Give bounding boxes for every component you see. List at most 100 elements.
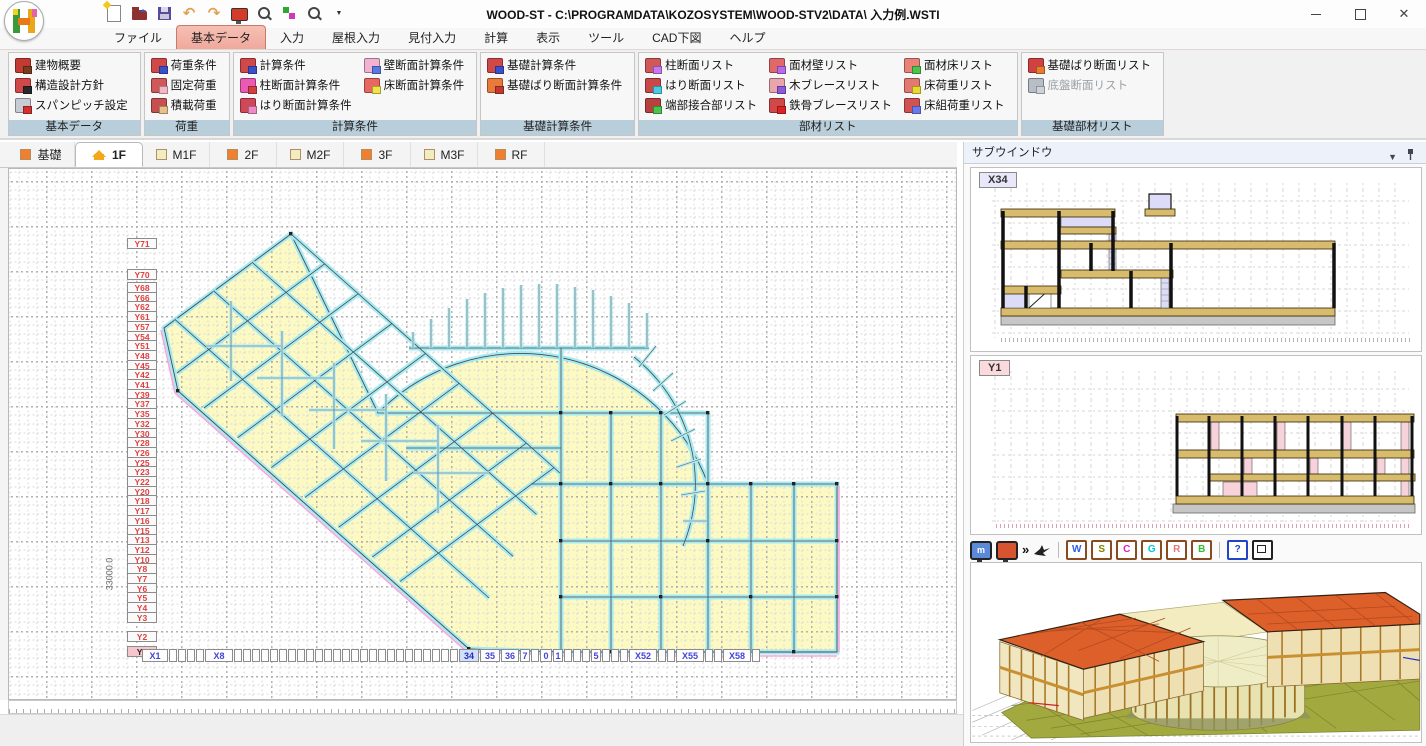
ribbon-item-荷重条件[interactable]: 荷重条件 bbox=[147, 55, 221, 75]
x-axis-label-blank bbox=[178, 649, 186, 662]
ribbon-item-壁断面計算条件[interactable]: 壁断面計算条件 bbox=[360, 55, 469, 75]
menu-tab-ツール[interactable]: ツール bbox=[574, 26, 638, 49]
x-axis-label-blank bbox=[360, 649, 368, 662]
ribbon-item-面材壁リスト[interactable]: 面材壁リスト bbox=[765, 55, 896, 75]
ribbon-item-label: 端部接合部リスト bbox=[665, 97, 757, 113]
ribbon-item-label: はり断面リスト bbox=[665, 77, 746, 93]
ribbon-item-label: 計算条件 bbox=[260, 57, 306, 73]
ribbon-item-スパンピッチ設定[interactable]: スパンピッチ設定 bbox=[11, 95, 132, 115]
floor-tab-2F[interactable]: 2F bbox=[210, 142, 277, 167]
ribbon-item-icon bbox=[1028, 58, 1044, 73]
floor-square-icon bbox=[424, 149, 435, 160]
pin-icon[interactable] bbox=[1406, 146, 1415, 168]
floor-plan-canvas[interactable]: Y71Y70Y68Y66Y62Y61Y57Y54Y51Y48Y45Y42Y41Y… bbox=[8, 168, 957, 700]
ribbon-item-固定荷重[interactable]: 固定荷重 bbox=[147, 75, 221, 95]
maximize-button[interactable] bbox=[1338, 0, 1382, 28]
ribbon-item-icon bbox=[769, 78, 785, 93]
close-button[interactable]: ✕ bbox=[1382, 0, 1426, 28]
x-axis-label-X8: X8 bbox=[205, 649, 233, 662]
ribbon-group-部材リスト: 柱断面リストはり断面リスト端部接合部リスト 面材壁リスト木ブレースリスト鉄骨ブレー… bbox=[638, 52, 1017, 136]
x-axis-label-blank bbox=[342, 649, 350, 662]
x-axis-label-blank bbox=[667, 649, 675, 662]
menu-tab-ファイル[interactable]: ファイル bbox=[100, 26, 176, 49]
help-button[interactable]: ? bbox=[1227, 540, 1248, 560]
ribbon-item-はり断面リスト[interactable]: はり断面リスト bbox=[641, 75, 761, 95]
ribbon-item-基礎ばり断面リスト[interactable]: 基礎ばり断面リスト bbox=[1024, 55, 1156, 75]
x-axis-label-blank bbox=[564, 649, 572, 662]
monitor-red-button[interactable] bbox=[996, 541, 1018, 560]
elevation-label-y1: Y1 bbox=[979, 360, 1010, 376]
elevation-view-y1[interactable]: Y1 bbox=[970, 355, 1422, 535]
ribbon-item-基礎ばり断面計算条件[interactable]: 基礎ばり断面計算条件 bbox=[483, 75, 626, 95]
ribbon-item-基礎計算条件[interactable]: 基礎計算条件 bbox=[483, 55, 626, 75]
ribbon-item-床荷重リスト[interactable]: 床荷重リスト bbox=[900, 75, 1009, 95]
ribbon-item-床組荷重リスト[interactable]: 床組荷重リスト bbox=[900, 95, 1009, 115]
ribbon-item-計算条件[interactable]: 計算条件 bbox=[236, 55, 356, 75]
ribbon-item-柱断面リスト[interactable]: 柱断面リスト bbox=[641, 55, 761, 75]
menu-tab-計算[interactable]: 計算 bbox=[470, 26, 522, 49]
menu-bar: ファイル基本データ入力屋根入力見付入力計算表示ツールCAD下図ヘルプ bbox=[0, 28, 1426, 50]
vertical-dimension-label: 33000.0 bbox=[104, 558, 114, 591]
floor-tab-M1F[interactable]: M1F bbox=[143, 142, 210, 167]
floor-tab-1F[interactable]: 1F bbox=[75, 142, 143, 167]
floor-tab-M2F[interactable]: M2F bbox=[277, 142, 344, 167]
bird-tool-icon[interactable] bbox=[1033, 542, 1051, 558]
ribbon-item-label: 柱断面リスト bbox=[665, 57, 734, 73]
menu-tab-屋根入力[interactable]: 屋根入力 bbox=[318, 26, 394, 49]
ribbon-item-label: 鉄骨ブレースリスト bbox=[789, 97, 892, 113]
ribbon-item-構造設計方針[interactable]: 構造設計方針 bbox=[11, 75, 132, 95]
expand-chevron-button[interactable]: » bbox=[1022, 542, 1029, 558]
ribbon-item-床断面計算条件[interactable]: 床断面計算条件 bbox=[360, 75, 469, 95]
perspective-3d-view[interactable] bbox=[970, 562, 1422, 743]
ribbon-item-icon bbox=[769, 98, 785, 113]
layer-button-R[interactable]: R bbox=[1166, 540, 1187, 560]
elevation-drawing-x34 bbox=[971, 168, 1421, 351]
menu-tab-基本データ[interactable]: 基本データ bbox=[176, 25, 266, 49]
x-axis-label-blank bbox=[396, 649, 404, 662]
x-axis-label-blank bbox=[387, 649, 395, 662]
ribbon-item-はり断面計算条件[interactable]: はり断面計算条件 bbox=[236, 95, 356, 115]
monitor-m-button[interactable]: m bbox=[970, 541, 992, 560]
ribbon-item-端部接合部リスト[interactable]: 端部接合部リスト bbox=[641, 95, 761, 115]
app-logo-icon[interactable] bbox=[4, 1, 44, 41]
window-title: WOOD-ST - C:\PROGRAMDATA\KOZOSYSTEM\WOOD… bbox=[0, 6, 1426, 23]
minimize-button[interactable] bbox=[1294, 0, 1338, 28]
menu-tab-CAD下図[interactable]: CAD下図 bbox=[638, 26, 715, 49]
layer-button-W[interactable]: W bbox=[1066, 540, 1087, 560]
x-axis-label-blank bbox=[432, 649, 440, 662]
ribbon: 建物概要構造設計方針スパンピッチ設定基本データ荷重条件固定荷重積載荷重荷重計算条… bbox=[0, 50, 1426, 140]
elevation-view-x34[interactable]: X34 bbox=[970, 167, 1422, 352]
x-axis-label-blank bbox=[252, 649, 260, 662]
menu-tab-表示[interactable]: 表示 bbox=[522, 26, 574, 49]
ribbon-item-label: 積載荷重 bbox=[171, 97, 217, 113]
floor-tab-3F[interactable]: 3F bbox=[344, 142, 411, 167]
x-axis-label-0: 0 bbox=[540, 649, 552, 662]
ribbon-item-柱断面計算条件[interactable]: 柱断面計算条件 bbox=[236, 75, 356, 95]
ribbon-item-建物概要[interactable]: 建物概要 bbox=[11, 55, 132, 75]
ribbon-item-面材床リスト[interactable]: 面材床リスト bbox=[900, 55, 1009, 75]
floor-tab-label: M1F bbox=[173, 148, 197, 162]
horizontal-scrollbar[interactable] bbox=[8, 700, 957, 714]
floor-tab-label: 1F bbox=[112, 148, 126, 162]
menu-tab-入力[interactable]: 入力 bbox=[266, 26, 318, 49]
x-axis-label-blank bbox=[602, 649, 610, 662]
menu-tab-ヘルプ[interactable]: ヘルプ bbox=[715, 26, 779, 49]
floor-square-icon bbox=[227, 149, 238, 160]
window-mode-button[interactable] bbox=[1252, 540, 1273, 560]
x-axis-label-blank bbox=[752, 649, 760, 662]
ribbon-item-積載荷重[interactable]: 積載荷重 bbox=[147, 95, 221, 115]
floor-tab-M3F[interactable]: M3F bbox=[411, 142, 478, 167]
floor-tab-RF[interactable]: RF bbox=[478, 142, 545, 167]
layer-button-G[interactable]: G bbox=[1141, 540, 1162, 560]
ribbon-item-鉄骨ブレースリスト[interactable]: 鉄骨ブレースリスト bbox=[765, 95, 896, 115]
ribbon-item-木ブレースリスト[interactable]: 木ブレースリスト bbox=[765, 75, 896, 95]
ribbon-item-icon bbox=[364, 78, 380, 93]
floor-tab-label: M3F bbox=[441, 148, 465, 162]
layer-button-S[interactable]: S bbox=[1091, 540, 1112, 560]
menu-tab-見付入力[interactable]: 見付入力 bbox=[394, 26, 470, 49]
floor-tab-基礎[interactable]: 基礎 bbox=[8, 142, 75, 167]
layer-button-C[interactable]: C bbox=[1116, 540, 1137, 560]
layer-button-B[interactable]: B bbox=[1191, 540, 1212, 560]
chevron-down-icon[interactable]: ▼ bbox=[1388, 146, 1397, 168]
floor-tab-label: M2F bbox=[307, 148, 331, 162]
